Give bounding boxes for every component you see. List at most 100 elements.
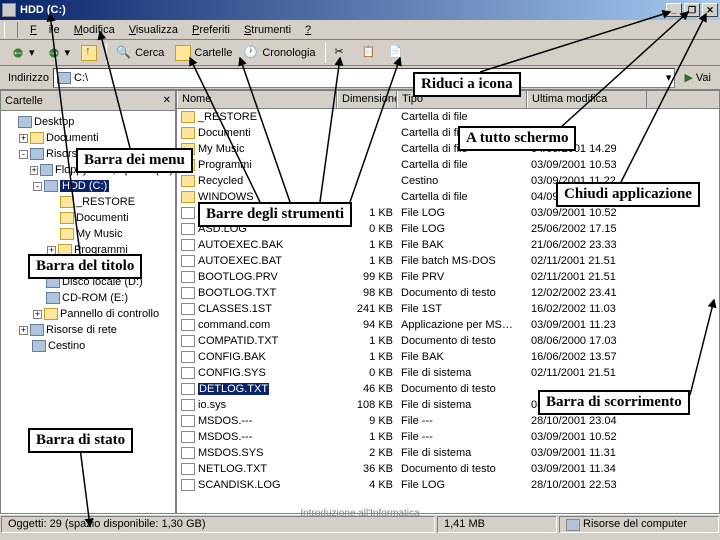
cell-type: File di sistema (397, 399, 527, 411)
file-row[interactable]: MSDOS.---9 KBFile ---28/10/2001 23.04 (177, 413, 719, 429)
paste-button[interactable] (384, 42, 410, 64)
cell-type: Documento di testo (397, 287, 527, 299)
address-label: Indirizzo (8, 72, 49, 84)
file-row[interactable]: COMPATID.TXT1 KBDocumento di testo08/06/… (177, 333, 719, 349)
menu-tools[interactable]: Strumenti (238, 22, 297, 38)
cell-size: 9 KB (337, 415, 397, 427)
grip-icon (4, 22, 18, 38)
annot-close: Chiudi applicazione (556, 182, 700, 207)
maximize-button[interactable]: ❐ (684, 3, 700, 17)
cell-size: 1 KB (337, 239, 397, 251)
cell-type: Cestino (397, 175, 527, 187)
file-row[interactable]: command.com94 KBApplicazione per MS…03/0… (177, 317, 719, 333)
folder-icon (60, 196, 74, 208)
tree-node[interactable]: CD-ROM (E:) (3, 290, 173, 306)
forward-button[interactable]: ▾ (41, 42, 76, 64)
file-name: COMPATID.TXT (198, 335, 278, 347)
expand-icon[interactable]: - (33, 182, 42, 191)
file-row[interactable]: CONFIG.BAK1 KBFile BAK16/06/2002 13.57 (177, 349, 719, 365)
col-name[interactable]: Nome (177, 91, 337, 108)
file-row[interactable]: CONFIG.SYS0 KBFile di sistema02/11/2001 … (177, 365, 719, 381)
file-row[interactable]: SCANDISK.LOG4 KBFile LOG28/10/2001 22.53 (177, 477, 719, 493)
file-icon (181, 335, 195, 347)
tree-close-icon[interactable]: ✕ (163, 95, 171, 106)
file-row[interactable]: BOOTLOG.PRV99 KBFile PRV02/11/2001 21.51 (177, 269, 719, 285)
folders-button[interactable]: Cartelle (170, 42, 237, 64)
file-row[interactable]: NETLOG.TXT36 KBDocumento di testo03/09/2… (177, 461, 719, 477)
tree-node[interactable]: Desktop (3, 114, 173, 130)
search-button[interactable]: Cerca (111, 42, 169, 64)
file-row[interactable]: MSDOS.---1 KBFile ---03/09/2001 10.52 (177, 429, 719, 445)
up-button[interactable] (76, 42, 102, 64)
search-icon (116, 45, 132, 61)
menu-view[interactable]: Visualizza (123, 22, 184, 38)
file-row[interactable]: CLASSES.1ST241 KBFile 1ST16/02/2002 11.0… (177, 301, 719, 317)
tree-node[interactable]: Cestino (3, 338, 173, 354)
tree-label: Risorse di rete (46, 324, 117, 336)
file-row[interactable]: DocumentiCartella di file (177, 125, 719, 141)
folder-icon (18, 116, 32, 128)
cell-mod: 28/10/2001 23.04 (527, 415, 647, 427)
expand-icon[interactable]: + (19, 134, 28, 143)
cell-mod: 28/10/2001 22.53 (527, 479, 647, 491)
file-name: NETLOG.TXT (198, 463, 267, 475)
cell-type: Applicazione per MS… (397, 319, 527, 331)
cell-type: File PRV (397, 271, 527, 283)
expand-icon[interactable]: + (19, 326, 28, 335)
file-name: CONFIG.SYS (198, 367, 266, 379)
back-button[interactable]: ▾ (5, 42, 40, 64)
file-icon (181, 447, 195, 459)
minimize-button[interactable]: _ (666, 3, 682, 17)
folder-icon (181, 127, 195, 139)
cell-type: File BAK (397, 239, 527, 251)
tree-node[interactable]: + Risorse di rete (3, 322, 173, 338)
col-size[interactable]: Dimensione (337, 91, 397, 108)
address-field[interactable]: C:\ ▾ (53, 68, 675, 88)
copy-button[interactable] (357, 42, 383, 64)
cell-size: 1 KB (337, 351, 397, 363)
file-row[interactable]: AUTOEXEC.BAT1 KBFile batch MS-DOS02/11/2… (177, 253, 719, 269)
tree-node[interactable]: My Music (3, 226, 173, 242)
file-icon (181, 239, 195, 251)
expand-icon[interactable]: - (19, 150, 28, 159)
tree-node[interactable]: +Pannello di controllo (3, 306, 173, 322)
tree-node[interactable]: -HDD (C:) (3, 178, 173, 194)
file-icon (181, 463, 195, 475)
folder-icon (30, 132, 44, 144)
file-row[interactable]: MSDOS.SYS2 KBFile di sistema03/09/2001 1… (177, 445, 719, 461)
close-button[interactable]: ✕ (702, 3, 718, 17)
tree-title: Cartelle (5, 95, 43, 107)
file-row[interactable]: AUTOEXEC.BAK1 KBFile BAK21/06/2002 23.33 (177, 237, 719, 253)
file-icon (181, 319, 195, 331)
expand-icon[interactable]: + (30, 166, 38, 175)
menu-help[interactable]: ? (299, 22, 317, 38)
file-row[interactable]: ProgrammiCartella di file03/09/2001 10.5… (177, 157, 719, 173)
go-button[interactable]: ▶Vai (679, 67, 716, 89)
menu-fav[interactable]: Preferiti (186, 22, 236, 38)
dropdown-icon[interactable]: ▾ (666, 71, 672, 84)
paste-icon (389, 45, 405, 61)
cell-size: 1 KB (337, 335, 397, 347)
copy-icon (362, 45, 378, 61)
menu-edit[interactable]: Modifica (68, 22, 121, 38)
cell-mod: 03/09/2001 11.31 (527, 447, 647, 459)
menu-file[interactable]: File (24, 22, 66, 38)
tree-node[interactable]: +Documenti (3, 130, 173, 146)
cut-button[interactable] (330, 42, 356, 64)
cell-type: File --- (397, 431, 527, 443)
tree-node[interactable]: Documenti (3, 210, 173, 226)
file-name: DETLOG.TXT (198, 383, 269, 395)
folder-icon (30, 324, 44, 336)
file-row[interactable]: My MusicCartella di file04/09/2001 14.29 (177, 141, 719, 157)
col-modified[interactable]: Ultima modifica (527, 91, 647, 108)
file-row[interactable]: _RESTORECartella di file (177, 109, 719, 125)
separator (106, 43, 107, 63)
cell-size: 99 KB (337, 271, 397, 283)
history-button[interactable]: Cronologia (238, 42, 320, 64)
cell-size: 98 KB (337, 287, 397, 299)
cell-type: File BAK (397, 351, 527, 363)
file-row[interactable]: BOOTLOG.TXT98 KBDocumento di testo12/02/… (177, 285, 719, 301)
expand-icon[interactable]: + (33, 310, 42, 319)
file-rows[interactable]: _RESTORECartella di fileDocumentiCartell… (177, 109, 719, 513)
tree-node[interactable]: _RESTORE (3, 194, 173, 210)
